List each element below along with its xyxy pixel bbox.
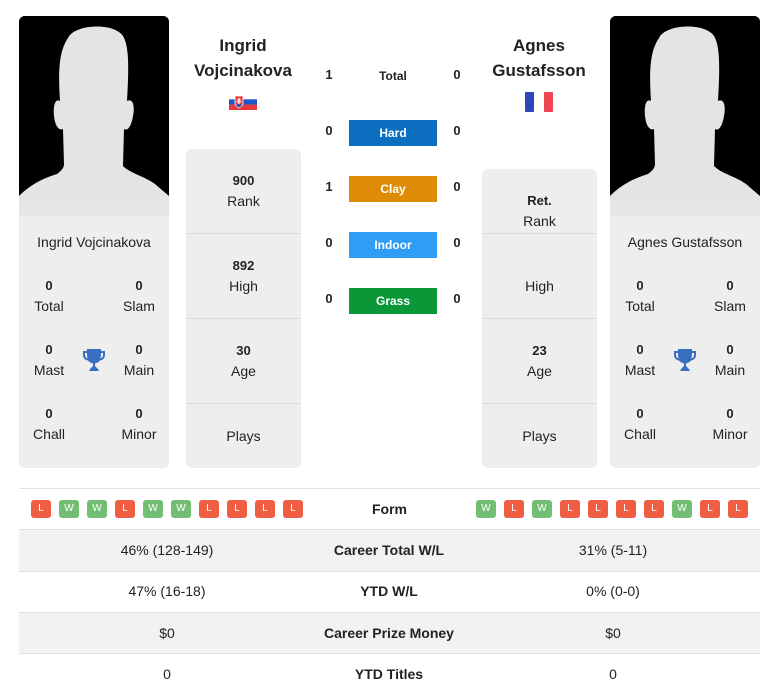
player2-form-badge-loss[interactable]: L bbox=[588, 500, 608, 518]
player1-form-badge-win[interactable]: W bbox=[171, 500, 191, 518]
player1-form-badge-loss[interactable]: L bbox=[199, 500, 219, 518]
form-label: Form bbox=[372, 501, 407, 517]
player2-form-badge-win[interactable]: W bbox=[476, 500, 496, 518]
player1-titles-minor: 0 Minor bbox=[121, 406, 157, 442]
row-label: Career Prize Money bbox=[324, 625, 454, 641]
player2-titles-card: Agnes Gustafsson 0 Total 0 Slam 0 Mast 0… bbox=[610, 216, 760, 468]
surface-clay-button[interactable]: Clay bbox=[349, 176, 437, 202]
player2-titles-chall: 0 Chall bbox=[624, 406, 656, 442]
h2h-total-p1: 1 bbox=[325, 67, 333, 82]
player1-form-badge-loss[interactable]: L bbox=[227, 500, 247, 518]
player2-form-badge-loss[interactable]: L bbox=[504, 500, 524, 518]
player1-age: 30 Age bbox=[231, 343, 256, 379]
h2h-indoor-p1: 0 bbox=[325, 235, 333, 250]
player2-titles-mast: 0 Mast bbox=[624, 342, 656, 378]
player1-value: $0 bbox=[159, 625, 175, 641]
player2-age: 23 Age bbox=[527, 343, 552, 379]
player2-plays: Plays bbox=[522, 428, 557, 444]
player1-titles-main: 0 Main bbox=[123, 342, 155, 378]
h2h-clay-p2: 0 bbox=[453, 179, 461, 194]
player2-titles-slam: 0 Slam bbox=[714, 278, 746, 314]
surface-indoor-button[interactable]: Indoor bbox=[349, 232, 437, 258]
divider bbox=[482, 233, 597, 234]
player2-value: $0 bbox=[605, 625, 621, 641]
player-silhouette-icon bbox=[19, 16, 169, 216]
player-silhouette-icon bbox=[610, 16, 760, 216]
divider bbox=[482, 318, 597, 319]
player2-rank: Ret. Rank bbox=[523, 193, 556, 229]
player2-high: High bbox=[525, 278, 554, 294]
form-row: LWWLWWLLLL Form WLWLLLLWLL bbox=[19, 489, 760, 529]
h2h-clay-p1: 1 bbox=[325, 179, 333, 194]
player2-titles-total: 0 Total bbox=[625, 278, 655, 314]
player2-value: 0% (0-0) bbox=[586, 583, 640, 599]
player2-titles-minor: 0 Minor bbox=[712, 406, 748, 442]
player2-form-badge-loss[interactable]: L bbox=[560, 500, 580, 518]
player2-value: 0 bbox=[609, 666, 617, 682]
player1-rank: 900 Rank bbox=[227, 173, 260, 209]
player1-form-badge-loss[interactable]: L bbox=[115, 500, 135, 518]
h2h-total-label: Total bbox=[379, 69, 407, 83]
h2h-grass-p1: 0 bbox=[325, 291, 333, 306]
player1-titles-card: Ingrid Vojcinakova 0 Total 0 Slam 0 Mast… bbox=[19, 216, 169, 468]
divider bbox=[186, 403, 301, 404]
player1-titles-mast: 0 Mast bbox=[33, 342, 65, 378]
player1-form-badge-loss[interactable]: L bbox=[31, 500, 51, 518]
player1-titles-total: 0 Total bbox=[34, 278, 64, 314]
player1-titles-chall: 0 Chall bbox=[33, 406, 65, 442]
slovakia-flag-icon bbox=[229, 94, 257, 110]
surface-grass-button[interactable]: Grass bbox=[349, 288, 437, 314]
divider bbox=[482, 403, 597, 404]
table-row: 0 YTD Titles 0 bbox=[19, 654, 760, 695]
divider bbox=[186, 233, 301, 234]
player2-full-name: Agnes Gustafsson bbox=[627, 234, 743, 250]
row-label: YTD Titles bbox=[354, 666, 424, 682]
player2-name[interactable]: Agnes Gustafsson bbox=[464, 33, 614, 83]
row-label: YTD W/L bbox=[360, 583, 418, 599]
table-row: 46% (128-149) Career Total W/L 31% (5-11… bbox=[19, 530, 760, 571]
h2h-indoor-p2: 0 bbox=[453, 235, 461, 250]
player2-form-badge-win[interactable]: W bbox=[672, 500, 692, 518]
player1-name[interactable]: Ingrid Vojcinakova bbox=[168, 33, 318, 83]
player1-value: 0 bbox=[163, 666, 171, 682]
player1-stats: 900 Rank 892 High 30 Age Plays bbox=[186, 149, 301, 468]
h2h-hard-p2: 0 bbox=[453, 123, 461, 138]
player1-plays: Plays bbox=[226, 428, 261, 444]
trophy-icon bbox=[674, 349, 696, 371]
france-flag-icon bbox=[525, 92, 553, 112]
player1-full-name: Ingrid Vojcinakova bbox=[37, 234, 151, 250]
player2-stats: Ret. Rank High 23 Age Plays bbox=[482, 169, 597, 468]
divider bbox=[186, 318, 301, 319]
player1-form-badge-win[interactable]: W bbox=[143, 500, 163, 518]
player1-value: 46% (128-149) bbox=[120, 542, 214, 558]
player2-form-badge-loss[interactable]: L bbox=[700, 500, 720, 518]
player1-form-badge-loss[interactable]: L bbox=[283, 500, 303, 518]
player1-value: 47% (16-18) bbox=[128, 583, 206, 599]
h2h-grass-p2: 0 bbox=[453, 291, 461, 306]
player2-form-badge-win[interactable]: W bbox=[532, 500, 552, 518]
player1-form-badge-win[interactable]: W bbox=[87, 500, 107, 518]
player1-high: 892 High bbox=[229, 258, 258, 294]
player2-form-badge-loss[interactable]: L bbox=[728, 500, 748, 518]
player1-photo bbox=[19, 16, 169, 216]
h2h-hard-p1: 0 bbox=[325, 123, 333, 138]
player2-form-badge-loss[interactable]: L bbox=[644, 500, 664, 518]
player1-titles-slam: 0 Slam bbox=[123, 278, 155, 314]
player2-form-badge-loss[interactable]: L bbox=[616, 500, 636, 518]
player1-form-badge-win[interactable]: W bbox=[59, 500, 79, 518]
surface-hard-button[interactable]: Hard bbox=[349, 120, 437, 146]
player2-value: 31% (5-11) bbox=[578, 542, 648, 558]
trophy-icon bbox=[83, 349, 105, 371]
player1-form-badge-loss[interactable]: L bbox=[255, 500, 275, 518]
table-row: 47% (16-18) YTD W/L 0% (0-0) bbox=[19, 571, 760, 612]
row-label: Career Total W/L bbox=[333, 542, 445, 558]
table-row: $0 Career Prize Money $0 bbox=[19, 613, 760, 654]
player2-titles-main: 0 Main bbox=[714, 342, 746, 378]
player2-photo bbox=[610, 16, 760, 216]
